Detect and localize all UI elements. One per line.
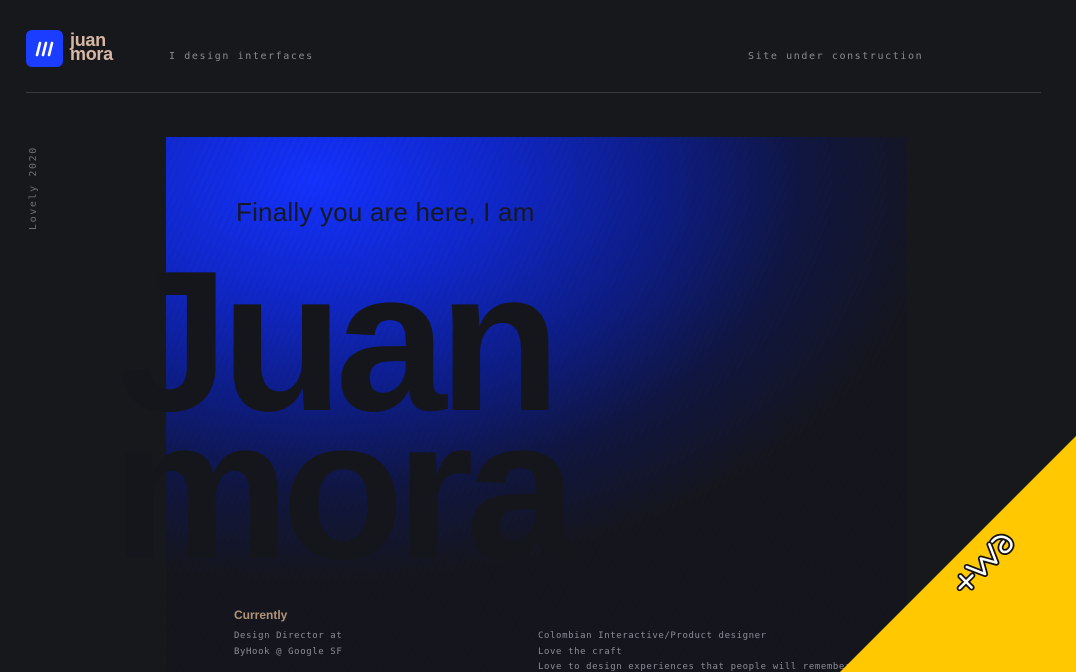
info-left-line-1: Design Director at [234, 631, 343, 641]
hero-name-last: mora [112, 378, 577, 601]
side-year-label: Lovely 2020 [28, 146, 39, 230]
info-right-line-3: Love to design experiences that people w… [538, 662, 851, 672]
logo-line-2: mora [70, 44, 113, 64]
currently-heading: Currently [234, 608, 288, 622]
header-divider [26, 92, 1041, 93]
info-right-line-1: Colombian Interactive/Product designer [538, 631, 767, 641]
tagline: I design interfaces [169, 51, 314, 62]
awards-ribbon[interactable] [840, 436, 1076, 672]
hero-intro: Finally you are here, I am [236, 197, 535, 227]
info-left-line-2: ByHook @ Google SF [234, 647, 343, 657]
logo-mark-icon[interactable] [26, 30, 63, 67]
info-right-line-2: Love the craft [538, 647, 623, 657]
logo-wordmark[interactable]: juan mora [70, 31, 113, 64]
status-text: Site under construction [748, 51, 924, 62]
